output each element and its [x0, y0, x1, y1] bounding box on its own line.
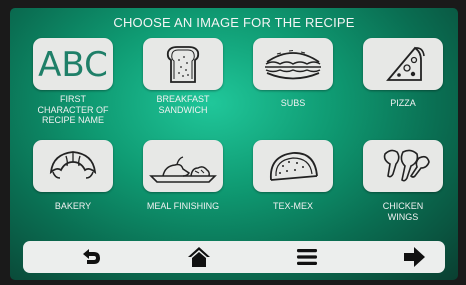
- tile-label-pizza: PIZZA: [390, 98, 416, 108]
- pizza-slice-icon: [386, 46, 425, 81]
- home-icon: [188, 247, 210, 267]
- page-title: CHOOSE AN IMAGE FOR THE RECIPE: [113, 15, 355, 30]
- tile-label-chicken-wings: CHICKEN WINGS: [382, 201, 424, 222]
- croissant-icon: [49, 151, 97, 179]
- back-button[interactable]: [61, 241, 121, 273]
- tile-breakfast-sandwich[interactable]: [143, 38, 223, 90]
- home-button[interactable]: [169, 241, 229, 273]
- abc-text-icon: ABC: [38, 45, 108, 85]
- tile-chicken-wings[interactable]: [363, 140, 443, 192]
- recipe-image-picker-screen: CHOOSE AN IMAGE FOR THE RECIPE ABC FIRST…: [10, 8, 458, 280]
- tile-label-first-character: FIRST CHARACTER OF RECIPE NAME: [37, 94, 109, 125]
- tile-meal-finishing[interactable]: [143, 140, 223, 192]
- taco-icon: [270, 152, 318, 181]
- tile-tex-mex[interactable]: [253, 140, 333, 192]
- tile-label-bakery: BAKERY: [54, 201, 92, 211]
- next-button[interactable]: [384, 241, 444, 273]
- tile-label-tex-mex: TEX-MEX: [272, 201, 313, 211]
- meal-plate-icon: [149, 156, 217, 183]
- sub-sandwich-icon: [265, 50, 321, 80]
- back-icon: [83, 249, 100, 264]
- tile-first-character[interactable]: ABC: [33, 38, 113, 90]
- menu-button[interactable]: [277, 241, 337, 273]
- bottom-nav-bar: [23, 241, 445, 273]
- tile-label-subs: SUBS: [280, 98, 306, 108]
- next-arrow-icon: [404, 247, 425, 267]
- toast-icon: [166, 46, 200, 83]
- tile-subs[interactable]: [253, 38, 333, 90]
- chicken-wings-icon: [383, 149, 430, 182]
- tile-label-meal-finishing: MEAL FINISHING: [146, 201, 220, 211]
- tile-bakery[interactable]: [33, 140, 113, 192]
- tile-label-breakfast-sandwich: BREAKFAST SANDWICH: [156, 94, 210, 115]
- tile-pizza[interactable]: [363, 38, 443, 90]
- menu-icon: [297, 249, 317, 265]
